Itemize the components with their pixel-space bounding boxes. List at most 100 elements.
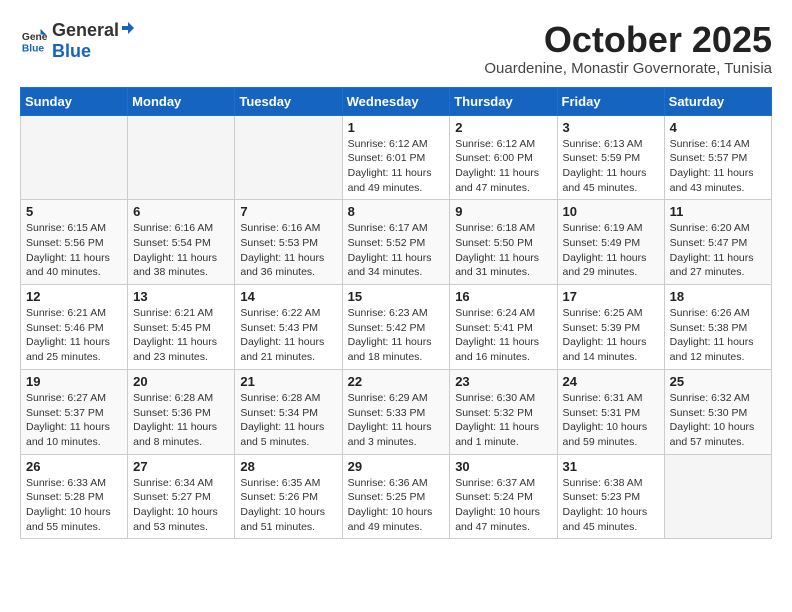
day-number: 24 — [563, 374, 659, 389]
weekday-header-wednesday: Wednesday — [342, 87, 450, 115]
calendar-cell: 30Sunrise: 6:37 AM Sunset: 5:24 PM Dayli… — [450, 454, 557, 539]
day-info: Sunrise: 6:18 AM Sunset: 5:50 PM Dayligh… — [455, 221, 551, 280]
day-number: 17 — [563, 289, 659, 304]
calendar-cell: 16Sunrise: 6:24 AM Sunset: 5:41 PM Dayli… — [450, 285, 557, 370]
calendar-cell: 7 Sunrise: 6:16 AM Sunset: 5:53 PM Daylig… — [235, 200, 342, 285]
weekday-header-sunday: Sunday — [21, 87, 128, 115]
calendar-cell: 22 Sunrise: 6:29 AM Sunset: 5:33 PM Dayli… — [342, 369, 450, 454]
title-block: October 2025 Ouardenine, Monastir Govern… — [484, 20, 772, 77]
day-info: Sunrise: 6:28 AM Sunset: 5:34 PM Dayligh… — [240, 391, 336, 450]
calendar-week-row: 1 Sunrise: 6:12 AM Sunset: 6:01 PM Daylig… — [21, 115, 772, 200]
day-info: Sunrise: 6:31 AM Sunset: 5:31 PM Dayligh… — [563, 391, 659, 450]
calendar-cell: 5 Sunrise: 6:15 AM Sunset: 5:56 PM Daylig… — [21, 200, 128, 285]
calendar-cell: 24 Sunrise: 6:31 AM Sunset: 5:31 PM Dayli… — [557, 369, 664, 454]
day-info: Sunrise: 6:23 AM Sunset: 5:42 PM Dayligh… — [348, 306, 445, 365]
calendar-table: SundayMondayTuesdayWednesdayThursdayFrid… — [20, 87, 772, 540]
day-number: 2 — [455, 120, 551, 135]
day-info: Sunrise: 6:26 AM Sunset: 5:38 PM Dayligh… — [670, 306, 766, 365]
day-number: 27 — [133, 459, 229, 474]
day-info: Sunrise: 6:14 AM Sunset: 5:57 PM Dayligh… — [670, 137, 766, 196]
day-info: Sunrise: 6:27 AM Sunset: 5:37 PM Dayligh… — [26, 391, 122, 450]
calendar-cell: 23 Sunrise: 6:30 AM Sunset: 5:32 PM Dayli… — [450, 369, 557, 454]
calendar-cell: 8 Sunrise: 6:17 AM Sunset: 5:52 PM Daylig… — [342, 200, 450, 285]
day-number: 26 — [26, 459, 122, 474]
calendar-cell: 10 Sunrise: 6:19 AM Sunset: 5:49 PM Dayli… — [557, 200, 664, 285]
calendar-cell: 12Sunrise: 6:21 AM Sunset: 5:46 PM Dayli… — [21, 285, 128, 370]
day-number: 28 — [240, 459, 336, 474]
day-number: 12 — [26, 289, 122, 304]
day-number: 29 — [348, 459, 445, 474]
calendar-cell: 25Sunrise: 6:32 AM Sunset: 5:30 PM Dayli… — [664, 369, 771, 454]
logo: General Blue General Blue — [20, 20, 137, 62]
calendar-cell: 15 Sunrise: 6:23 AM Sunset: 5:42 PM Dayli… — [342, 285, 450, 370]
day-info: Sunrise: 6:15 AM Sunset: 5:56 PM Dayligh… — [26, 221, 122, 280]
calendar-cell: 2Sunrise: 6:12 AM Sunset: 6:00 PM Daylig… — [450, 115, 557, 200]
calendar-cell: 27Sunrise: 6:34 AM Sunset: 5:27 PM Dayli… — [128, 454, 235, 539]
calendar-cell: 11Sunrise: 6:20 AM Sunset: 5:47 PM Dayli… — [664, 200, 771, 285]
day-info: Sunrise: 6:37 AM Sunset: 5:24 PM Dayligh… — [455, 476, 551, 535]
day-info: Sunrise: 6:36 AM Sunset: 5:25 PM Dayligh… — [348, 476, 445, 535]
day-number: 3 — [563, 120, 659, 135]
day-number: 19 — [26, 374, 122, 389]
calendar-cell — [664, 454, 771, 539]
day-info: Sunrise: 6:24 AM Sunset: 5:41 PM Dayligh… — [455, 306, 551, 365]
day-number: 31 — [563, 459, 659, 474]
day-info: Sunrise: 6:22 AM Sunset: 5:43 PM Dayligh… — [240, 306, 336, 365]
weekday-header-monday: Monday — [128, 87, 235, 115]
day-number: 15 — [348, 289, 445, 304]
day-number: 5 — [26, 204, 122, 219]
day-info: Sunrise: 6:16 AM Sunset: 5:53 PM Dayligh… — [240, 221, 336, 280]
calendar-cell: 19 Sunrise: 6:27 AM Sunset: 5:37 PM Dayli… — [21, 369, 128, 454]
calendar-cell: 17 Sunrise: 6:25 AM Sunset: 5:39 PM Dayli… — [557, 285, 664, 370]
weekday-header-friday: Friday — [557, 87, 664, 115]
day-info: Sunrise: 6:19 AM Sunset: 5:49 PM Dayligh… — [563, 221, 659, 280]
calendar-cell: 1 Sunrise: 6:12 AM Sunset: 6:01 PM Daylig… — [342, 115, 450, 200]
calendar-cell: 28 Sunrise: 6:35 AM Sunset: 5:26 PM Dayli… — [235, 454, 342, 539]
day-info: Sunrise: 6:35 AM Sunset: 5:26 PM Dayligh… — [240, 476, 336, 535]
calendar-cell: 13 Sunrise: 6:21 AM Sunset: 5:45 PM Dayli… — [128, 285, 235, 370]
logo-blue: Blue — [52, 41, 91, 61]
day-number: 13 — [133, 289, 229, 304]
day-info: Sunrise: 6:25 AM Sunset: 5:39 PM Dayligh… — [563, 306, 659, 365]
calendar-cell: 4Sunrise: 6:14 AM Sunset: 5:57 PM Daylig… — [664, 115, 771, 200]
day-number: 22 — [348, 374, 445, 389]
day-number: 11 — [670, 204, 766, 219]
day-info: Sunrise: 6:17 AM Sunset: 5:52 PM Dayligh… — [348, 221, 445, 280]
day-number: 23 — [455, 374, 551, 389]
day-info: Sunrise: 6:30 AM Sunset: 5:32 PM Dayligh… — [455, 391, 551, 450]
day-info: Sunrise: 6:28 AM Sunset: 5:36 PM Dayligh… — [133, 391, 229, 450]
svg-text:Blue: Blue — [22, 43, 45, 54]
day-info: Sunrise: 6:21 AM Sunset: 5:45 PM Dayligh… — [133, 306, 229, 365]
logo-icon: General Blue — [20, 27, 48, 55]
day-number: 6 — [133, 204, 229, 219]
day-info: Sunrise: 6:12 AM Sunset: 6:01 PM Dayligh… — [348, 137, 445, 196]
day-number: 7 — [240, 204, 336, 219]
calendar-cell: 9Sunrise: 6:18 AM Sunset: 5:50 PM Daylig… — [450, 200, 557, 285]
calendar-week-row: 5 Sunrise: 6:15 AM Sunset: 5:56 PM Daylig… — [21, 200, 772, 285]
day-info: Sunrise: 6:13 AM Sunset: 5:59 PM Dayligh… — [563, 137, 659, 196]
weekday-header-thursday: Thursday — [450, 87, 557, 115]
weekday-header-tuesday: Tuesday — [235, 87, 342, 115]
calendar-cell: 31Sunrise: 6:38 AM Sunset: 5:23 PM Dayli… — [557, 454, 664, 539]
day-info: Sunrise: 6:29 AM Sunset: 5:33 PM Dayligh… — [348, 391, 445, 450]
location-subtitle: Ouardenine, Monastir Governorate, Tunisi… — [484, 60, 772, 77]
calendar-cell: 6 Sunrise: 6:16 AM Sunset: 5:54 PM Daylig… — [128, 200, 235, 285]
day-number: 21 — [240, 374, 336, 389]
calendar-cell: 29 Sunrise: 6:36 AM Sunset: 5:25 PM Dayli… — [342, 454, 450, 539]
day-number: 10 — [563, 204, 659, 219]
calendar-cell — [21, 115, 128, 200]
day-info: Sunrise: 6:32 AM Sunset: 5:30 PM Dayligh… — [670, 391, 766, 450]
calendar-cell: 20Sunrise: 6:28 AM Sunset: 5:36 PM Dayli… — [128, 369, 235, 454]
calendar-cell: 3 Sunrise: 6:13 AM Sunset: 5:59 PM Daylig… — [557, 115, 664, 200]
day-number: 8 — [348, 204, 445, 219]
day-number: 1 — [348, 120, 445, 135]
day-info: Sunrise: 6:16 AM Sunset: 5:54 PM Dayligh… — [133, 221, 229, 280]
logo-arrow-icon — [120, 20, 136, 36]
day-number: 14 — [240, 289, 336, 304]
calendar-week-row: 12Sunrise: 6:21 AM Sunset: 5:46 PM Dayli… — [21, 285, 772, 370]
page-header: General Blue General Blue October 2025 O… — [20, 20, 772, 77]
calendar-cell — [235, 115, 342, 200]
calendar-cell: 18 Sunrise: 6:26 AM Sunset: 5:38 PM Dayli… — [664, 285, 771, 370]
day-number: 18 — [670, 289, 766, 304]
month-title: October 2025 — [484, 20, 772, 60]
